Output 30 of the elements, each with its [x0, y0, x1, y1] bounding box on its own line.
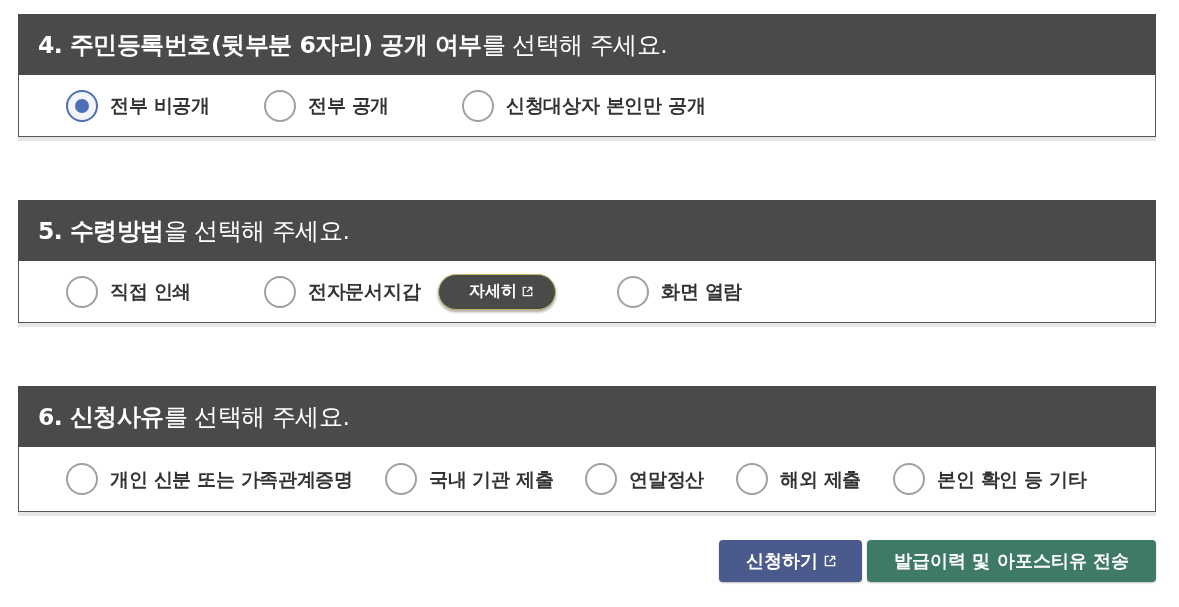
option-label[interactable]: 국내 기관 제출: [428, 466, 554, 492]
option-label[interactable]: 연말정산: [629, 466, 705, 492]
option-label[interactable]: 본인 확인 등 기타: [937, 466, 1087, 492]
radio-button[interactable]: [585, 463, 618, 495]
action-button[interactable]: 신청하기: [719, 540, 863, 582]
section-title: 6. 신청사유를 선택해 주세요.: [38, 401, 350, 433]
action-button[interactable]: 발급이력 및 아포스티유 전송: [867, 540, 1156, 582]
radio-button[interactable]: [264, 275, 296, 308]
option-label[interactable]: 전자문서지갑: [308, 279, 421, 304]
external-link-icon: [522, 286, 534, 297]
radio-button[interactable]: [893, 463, 926, 495]
option-label[interactable]: 전부 비공개: [110, 93, 210, 118]
option-label[interactable]: 신청대상자 본인만 공개: [506, 93, 706, 118]
option-label[interactable]: 개인 신분 또는 가족관계증명: [110, 466, 353, 492]
section-title: 5. 수령방법을 선택해 주세요.: [38, 215, 350, 247]
radio-button[interactable]: [617, 275, 650, 308]
option-label[interactable]: 화면 열람: [661, 279, 743, 304]
option-label[interactable]: 해외 제출: [780, 466, 862, 492]
radio-button[interactable]: [66, 89, 98, 122]
external-link-icon: [823, 555, 836, 567]
radio-button[interactable]: [66, 275, 98, 308]
radio-button[interactable]: [66, 463, 98, 495]
section-title: 4. 주민등록번호(뒷부분 6자리) 공개 여부를 선택해 주세요.: [38, 29, 668, 61]
radio-button[interactable]: [384, 463, 417, 495]
detail-button[interactable]: 자세히: [438, 273, 557, 310]
radio-button[interactable]: [736, 463, 769, 495]
option-label[interactable]: 전부 공개: [308, 93, 389, 118]
option-label[interactable]: 직접 인쇄: [110, 279, 191, 304]
radio-button[interactable]: [462, 89, 494, 122]
radio-button[interactable]: [264, 89, 296, 122]
